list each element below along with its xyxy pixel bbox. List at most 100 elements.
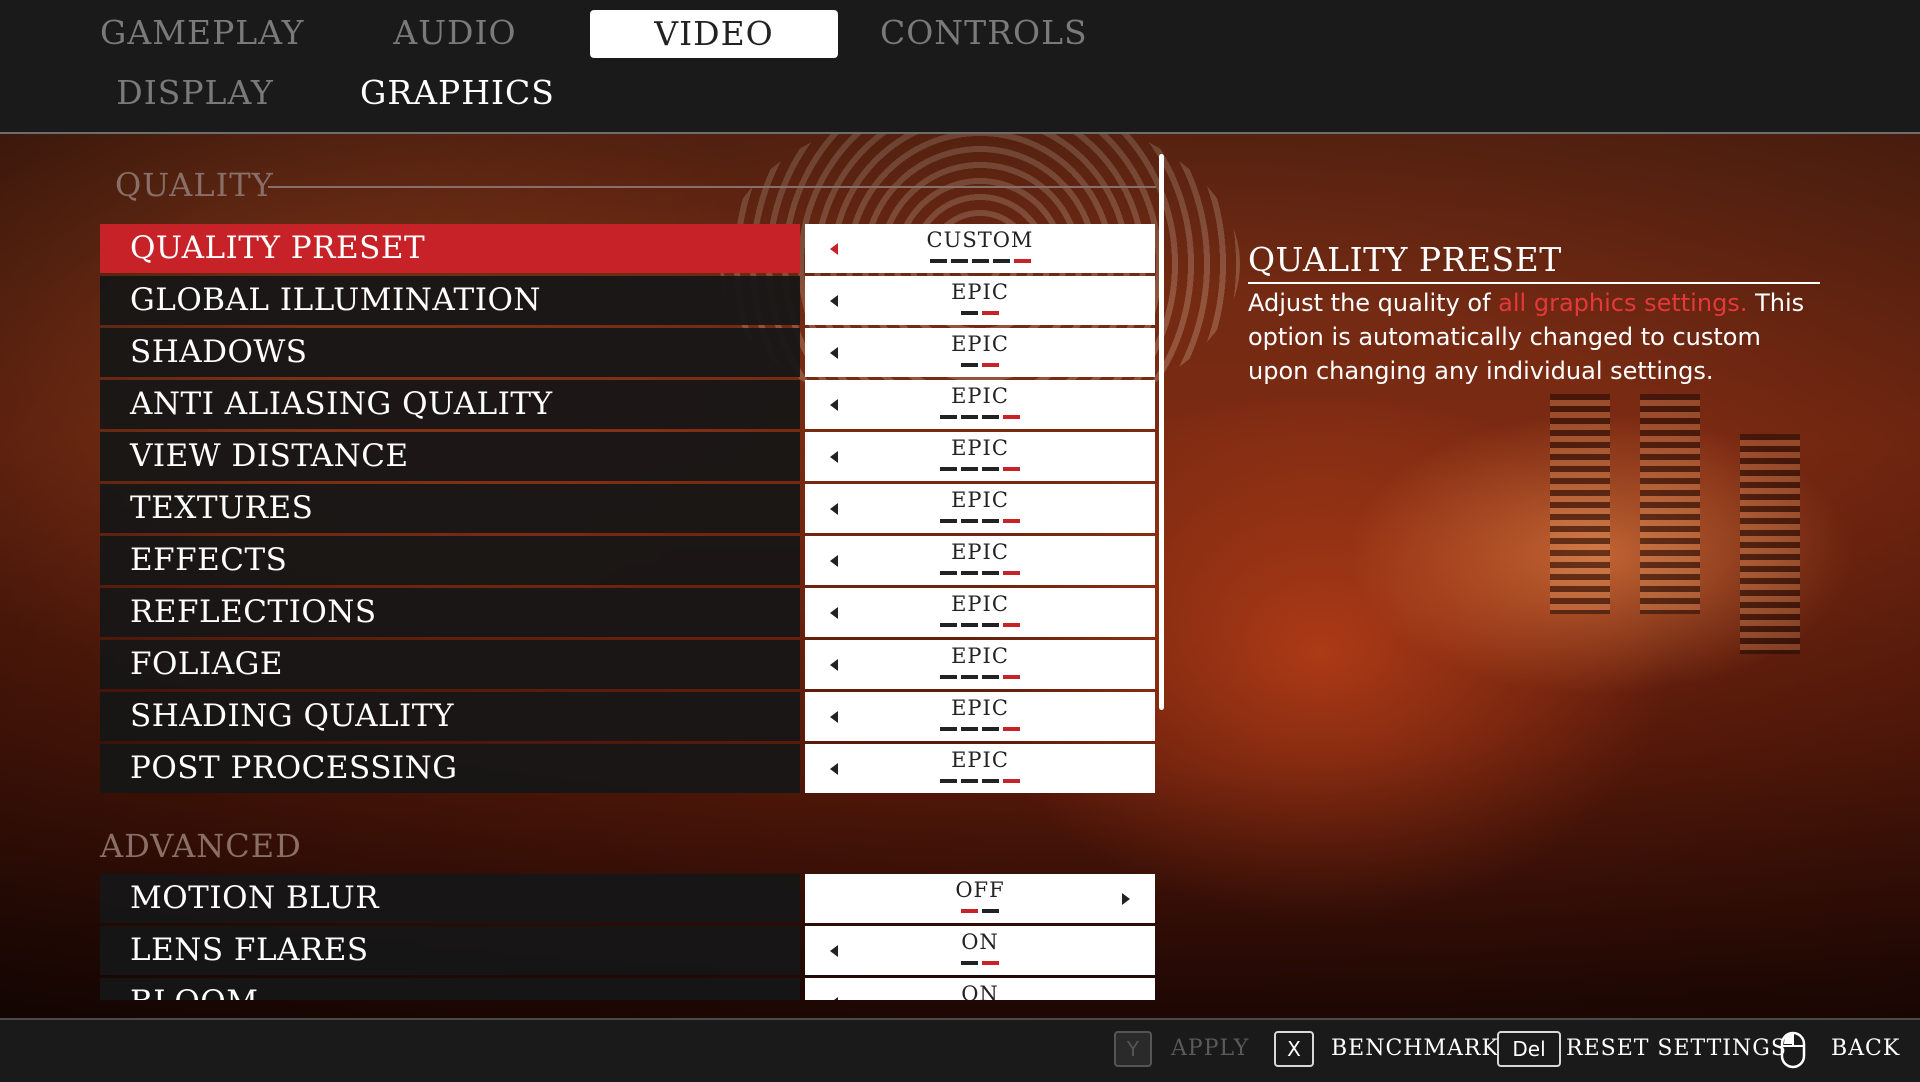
level-dash [982, 467, 999, 471]
level-dash [1003, 519, 1020, 523]
setting-label: EFFECTS [100, 536, 800, 585]
setting-label: REFLECTIONS [100, 588, 800, 637]
tab-audio[interactable]: AUDIO [360, 9, 550, 57]
level-dash [982, 909, 999, 913]
level-dash [982, 415, 999, 419]
setting-row-anti-aliasing-quality[interactable]: ANTI ALIASING QUALITY EPIC [100, 380, 1156, 429]
setting-value-selector[interactable]: EPIC [805, 536, 1155, 585]
setting-row-foliage[interactable]: FOLIAGE EPIC [100, 640, 1156, 689]
level-dash [940, 779, 957, 783]
setting-value-selector[interactable]: CUSTOM [805, 224, 1155, 273]
setting-value-selector[interactable]: EPIC [805, 484, 1155, 533]
level-dash [1003, 623, 1020, 627]
setting-label: BLOOM [100, 978, 800, 1000]
level-dash [1003, 675, 1020, 679]
level-dash [992, 259, 1010, 263]
setting-value-selector[interactable]: OFF [805, 874, 1155, 923]
level-indicator [805, 779, 1155, 783]
setting-row-quality-preset[interactable]: QUALITY PRESET CUSTOM [100, 224, 1156, 273]
setting-row-shadows[interactable]: SHADOWS EPIC [100, 328, 1156, 377]
setting-label: QUALITY PRESET [100, 224, 800, 273]
setting-value: EPIC [951, 436, 1009, 460]
benchmark-button[interactable]: BENCHMARK [1331, 1036, 1499, 1061]
setting-value-selector[interactable]: EPIC [805, 744, 1155, 793]
reset-key-icon: Del [1497, 1031, 1561, 1067]
setting-row-lens-flares[interactable]: LENS FLARES ON [100, 926, 1156, 975]
setting-value-selector[interactable]: EPIC [805, 692, 1155, 741]
setting-row-post-processing[interactable]: POST PROCESSING EPIC [100, 744, 1156, 793]
level-dash [982, 675, 999, 679]
section-heading-quality: QUALITY [115, 166, 274, 204]
setting-value-selector[interactable]: EPIC [805, 276, 1155, 325]
setting-row-view-distance[interactable]: VIEW DISTANCE EPIC [100, 432, 1156, 481]
level-dash [961, 675, 978, 679]
setting-row-textures[interactable]: TEXTURES EPIC [100, 484, 1156, 533]
tab-video[interactable]: VIDEO [590, 10, 838, 58]
setting-label: LENS FLARES [100, 926, 800, 975]
setting-value-selector[interactable]: EPIC [805, 640, 1155, 689]
setting-value-selector[interactable]: ON [805, 926, 1155, 975]
benchmark-key-icon: X [1274, 1031, 1314, 1067]
description-divider [1248, 282, 1820, 284]
scrollbar[interactable] [1159, 154, 1164, 710]
level-dash [940, 623, 957, 627]
apply-button[interactable]: APPLY [1171, 1036, 1249, 1061]
level-dash [1003, 467, 1020, 471]
level-indicator [805, 675, 1155, 679]
setting-value: EPIC [951, 540, 1009, 564]
mouse-icon [1780, 1031, 1806, 1069]
top-navigation: GAMEPLAY AUDIO VIDEO CONTROLS DISPLAY GR… [0, 0, 1920, 134]
setting-row-reflections[interactable]: REFLECTIONS EPIC [100, 588, 1156, 637]
tab-gameplay[interactable]: GAMEPLAY [100, 9, 303, 57]
level-dash [961, 363, 978, 367]
setting-label: GLOBAL ILLUMINATION [100, 276, 800, 325]
setting-label: TEXTURES [100, 484, 800, 533]
setting-row-shading-quality[interactable]: SHADING QUALITY EPIC [100, 692, 1156, 741]
setting-value-selector[interactable]: EPIC [805, 328, 1155, 377]
level-dash [982, 519, 999, 523]
setting-value-selector[interactable]: ON [805, 978, 1155, 1000]
apply-key-icon: Y [1114, 1031, 1152, 1067]
level-dash [982, 363, 999, 367]
setting-value: ON [961, 930, 999, 954]
setting-value-selector[interactable]: EPIC [805, 380, 1155, 429]
level-indicator [805, 259, 1155, 263]
setting-row-motion-blur[interactable]: MOTION BLUR OFF [100, 874, 1156, 923]
tab-controls[interactable]: CONTROLS [880, 9, 1087, 57]
setting-row-global-illumination[interactable]: GLOBAL ILLUMINATION EPIC [100, 276, 1156, 325]
level-indicator [805, 467, 1155, 471]
setting-value: OFF [955, 878, 1005, 902]
section-heading-advanced: ADVANCED [100, 827, 302, 865]
setting-value-selector[interactable]: EPIC [805, 432, 1155, 481]
level-indicator [805, 909, 1155, 913]
reset-settings-button[interactable]: RESET SETTINGS [1566, 1036, 1787, 1061]
level-indicator [805, 311, 1155, 315]
level-dash [961, 311, 978, 315]
setting-value-selector[interactable]: EPIC [805, 588, 1155, 637]
level-dash [982, 311, 999, 315]
setting-row-effects[interactable]: EFFECTS EPIC [100, 536, 1156, 585]
level-dash [961, 519, 978, 523]
setting-label: VIEW DISTANCE [100, 432, 800, 481]
level-dash [940, 519, 957, 523]
settings-list[interactable]: QUALITY QUALITY PRESET CUSTOM GLOBAL ILLUM… [0, 134, 1180, 1000]
level-dash [1003, 415, 1020, 419]
level-indicator [805, 363, 1155, 367]
back-button[interactable]: BACK [1831, 1036, 1900, 1061]
setting-label: SHADOWS [100, 328, 800, 377]
level-dash [940, 467, 957, 471]
subtab-display[interactable]: DISPLAY [100, 69, 290, 117]
description-text-start: Adjust the quality of [1248, 289, 1499, 317]
setting-value: EPIC [951, 696, 1009, 720]
setting-value: EPIC [951, 384, 1009, 408]
level-indicator [805, 961, 1155, 965]
subtab-graphics[interactable]: GRAPHICS [360, 69, 554, 117]
level-dash [971, 259, 989, 263]
setting-label: FOLIAGE [100, 640, 800, 689]
level-dash [961, 623, 978, 627]
level-dash [982, 961, 999, 965]
level-dash [982, 727, 999, 731]
setting-row-bloom[interactable]: BLOOM ON [100, 978, 1156, 1000]
level-indicator [805, 519, 1155, 523]
section-divider [268, 186, 1156, 188]
